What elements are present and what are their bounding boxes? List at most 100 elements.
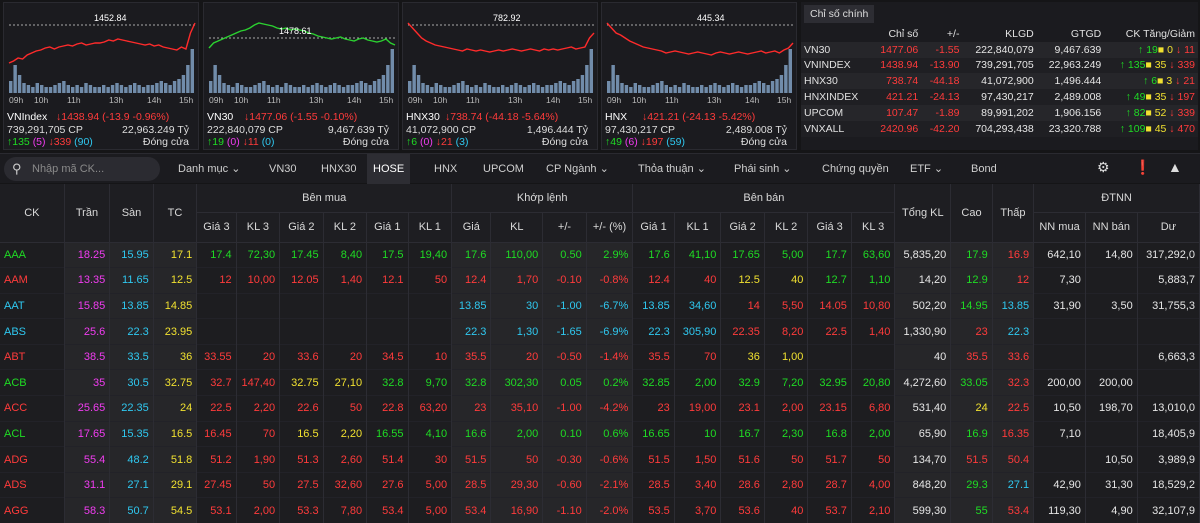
subheader[interactable]: Giá 3	[196, 212, 237, 243]
subheader[interactable]: KL	[490, 212, 544, 243]
table-row[interactable]: ABT 38.5 33.5 36 33.55 20 33.6 20 34.5 10 35.5 20 -0…	[0, 344, 1200, 370]
table-row[interactable]: AAA 18.25 15.95 17.1 17.4 72,30 17.45 8,40 17.5 1…	[0, 242, 1200, 268]
table-cell: 35	[64, 369, 111, 396]
table-cell: 28.5	[451, 472, 492, 498]
tab-upcom[interactable]: UPCOM	[477, 154, 530, 184]
index-chart-vnindex[interactable]: 1452.84 09h 10h 11h 13h 14h 15h VNIndex ↓1438.94…	[3, 2, 199, 150]
tab-etf[interactable]: ETF ⌄	[904, 154, 949, 184]
volume-bar	[275, 85, 279, 93]
volume-bar	[456, 83, 461, 93]
index-chart-vn30[interactable]: 1478.61 09h 10h 11h 13h 14h 15h VN30 ↓1477.06 (-…	[203, 2, 399, 150]
tab-phái-sinh[interactable]: Phái sinh ⌄	[728, 154, 798, 184]
table-cell: 51.5	[632, 446, 675, 473]
table-cell: 1,50	[674, 446, 722, 473]
table-row[interactable]: AGG 58.3 50.7 54.5 53.1 2,00 53.3 7,80 53.4 5,00 5…	[0, 497, 1200, 523]
volume-bar	[505, 87, 509, 93]
col-tran[interactable]: Trần	[64, 184, 111, 243]
subheader[interactable]: NN bán	[1085, 212, 1138, 243]
table-row[interactable]: ADS 31.1 27.1 29.1 27.45 50 27.5 32,60 27.6 5,00 2…	[0, 472, 1200, 498]
volume-bar	[545, 85, 549, 93]
col-total-volume[interactable]: Tổng KL	[894, 184, 952, 243]
subheader[interactable]: Giá 1	[632, 212, 675, 243]
volume-bar	[615, 75, 620, 93]
col-ck[interactable]: CK	[0, 184, 65, 243]
table-cell: 10,80	[851, 293, 896, 319]
subheader[interactable]: KL 2	[764, 212, 809, 243]
tab-hose[interactable]: HOSE	[367, 154, 411, 184]
tab-hnx30[interactable]: HNX30	[315, 154, 362, 184]
table-row[interactable]: AAT 15.85 13.85 14.85 13.85 30 -1.00 -6.7% 13.85…	[0, 293, 1200, 319]
table-cell: 317,292,0	[1137, 242, 1200, 268]
group-foreign: ĐTNN	[1033, 184, 1200, 213]
index-name: HNX30	[406, 111, 440, 123]
time-tick: 09h	[408, 95, 422, 105]
subheader[interactable]: Giá 1	[366, 212, 409, 243]
subheader[interactable]: KL 1	[674, 212, 722, 243]
table-cell: 50.4	[992, 446, 1035, 473]
summary-cell: UPCOM	[804, 106, 844, 119]
table-row[interactable]: ADG 55.4 48.2 51.8 51.2 1,90 51.3 2,60 51.4 30 51.…	[0, 446, 1200, 473]
summary-row[interactable]: HNXINDEX 421.21 -24.13 97,430,217 2,489.008 …	[801, 89, 1198, 105]
table-cell	[408, 293, 453, 319]
tab-bond[interactable]: Bond	[965, 154, 1003, 184]
table-cell: 19,40	[408, 242, 453, 268]
subheader[interactable]: Giá 2	[720, 212, 765, 243]
table-cell: 27.6	[366, 472, 409, 498]
subheader[interactable]: +/- (%)	[586, 212, 634, 243]
volume-bar	[536, 85, 540, 93]
tab-vn30[interactable]: VN30	[263, 154, 303, 184]
col-tc[interactable]: TC	[153, 184, 198, 243]
volume-bar	[708, 85, 713, 93]
subheader[interactable]: Dư	[1137, 212, 1200, 243]
subheader[interactable]: Giá	[451, 212, 492, 243]
subheader[interactable]: Giá 2	[279, 212, 324, 243]
subheader[interactable]: KL 1	[408, 212, 453, 243]
tab-thỏa-thuận[interactable]: Thỏa thuận ⌄	[632, 154, 712, 184]
table-row[interactable]: AAM 13.35 11.65 12.5 12 10,00 12.05 1,40 12.1 50 1…	[0, 267, 1200, 294]
breadth-count: 35	[1154, 59, 1167, 72]
table-cell: 1,40	[851, 318, 896, 345]
subheader[interactable]: KL 3	[236, 212, 281, 243]
subheader[interactable]: +/-	[542, 212, 587, 243]
index-chart-hnx30[interactable]: 782.92 09h 10h 11h 13h 14h 15h HNX30 ↓738.74 (-4…	[402, 2, 598, 150]
index-chart-hnx[interactable]: 445.34 09h 10h 11h 13h 14h 15h HNX ↓421.21 (-24.…	[601, 2, 797, 150]
summary-row[interactable]: UPCOM 107.47 -1.89 89,991,202 1,906.156 ↑ 82…	[801, 104, 1198, 121]
summary-row[interactable]: VN30 1477.06 -1.55 222,840,079 9,467.639 ↑ 1…	[801, 41, 1198, 58]
summary-tab[interactable]: Chỉ số chính	[804, 5, 875, 23]
breadth-count: ↓339	[48, 136, 75, 148]
search-input[interactable]: ⚲ Nhập mã CK...	[4, 157, 160, 181]
table-cell	[366, 318, 409, 345]
col-san[interactable]: Sàn	[109, 184, 154, 243]
table-cell: 5,00	[764, 242, 809, 268]
subheader[interactable]: KL 2	[323, 212, 368, 243]
table-row[interactable]: ACL 17.65 15.35 16.5 16.45 70 16.5 2,20 16.55 4,1…	[0, 421, 1200, 447]
gear-icon[interactable]: ⚙	[1097, 159, 1110, 176]
tab-hnx[interactable]: HNX	[428, 154, 463, 184]
subheader[interactable]: Giá 3	[807, 212, 852, 243]
scroll-up-icon[interactable]: ▲	[1168, 159, 1182, 175]
table-cell: 2,30	[764, 421, 809, 447]
volume-bar	[722, 87, 726, 93]
summary-row[interactable]: HNX30 738.74 -44.18 41,072,900 1,496.444 ↑ 6…	[801, 73, 1198, 90]
volume-bar	[478, 87, 483, 93]
tab-danh-mục[interactable]: Danh mục ⌄	[172, 154, 246, 184]
table-cell	[236, 293, 281, 319]
table-cell: 31,30	[1085, 472, 1138, 498]
table-row[interactable]: ACC 25.65 22.35 24 22.5 2,20 22.6 50 22.8 63,20 23…	[0, 395, 1200, 422]
table-row[interactable]: ABS 25.6 22.3 23.95 22.3 1,30 -1.65 -6.9% 22.3 30…	[0, 318, 1200, 345]
alert-icon[interactable]: ❗	[1134, 159, 1151, 176]
table-row[interactable]: ACB 35 30.5 32.75 32.7 147,40 32.75 27,10 32.8 9,…	[0, 369, 1200, 396]
summary-row[interactable]: VNXALL 2420.96 -42.20 704,293,438 23,320.788…	[801, 120, 1198, 137]
subheader[interactable]: NN mua	[1033, 212, 1086, 243]
index-name: VN30	[207, 111, 234, 123]
col-low[interactable]: Thấp	[992, 184, 1035, 243]
subheader[interactable]: KL 3	[851, 212, 896, 243]
tab-chứng-quyền[interactable]: Chứng quyền	[816, 154, 895, 184]
table-cell: ADG	[0, 446, 65, 473]
tab-cp-ngành[interactable]: CP Ngành ⌄	[540, 154, 615, 184]
table-cell: 51.7	[807, 446, 852, 473]
table-cell: 72,30	[236, 242, 281, 268]
table-cell: 1,10	[851, 267, 896, 294]
summary-row[interactable]: VNINDEX 1438.94 -13.90 739,291,705 22,963.24…	[801, 57, 1198, 74]
col-high[interactable]: Cao	[950, 184, 993, 243]
